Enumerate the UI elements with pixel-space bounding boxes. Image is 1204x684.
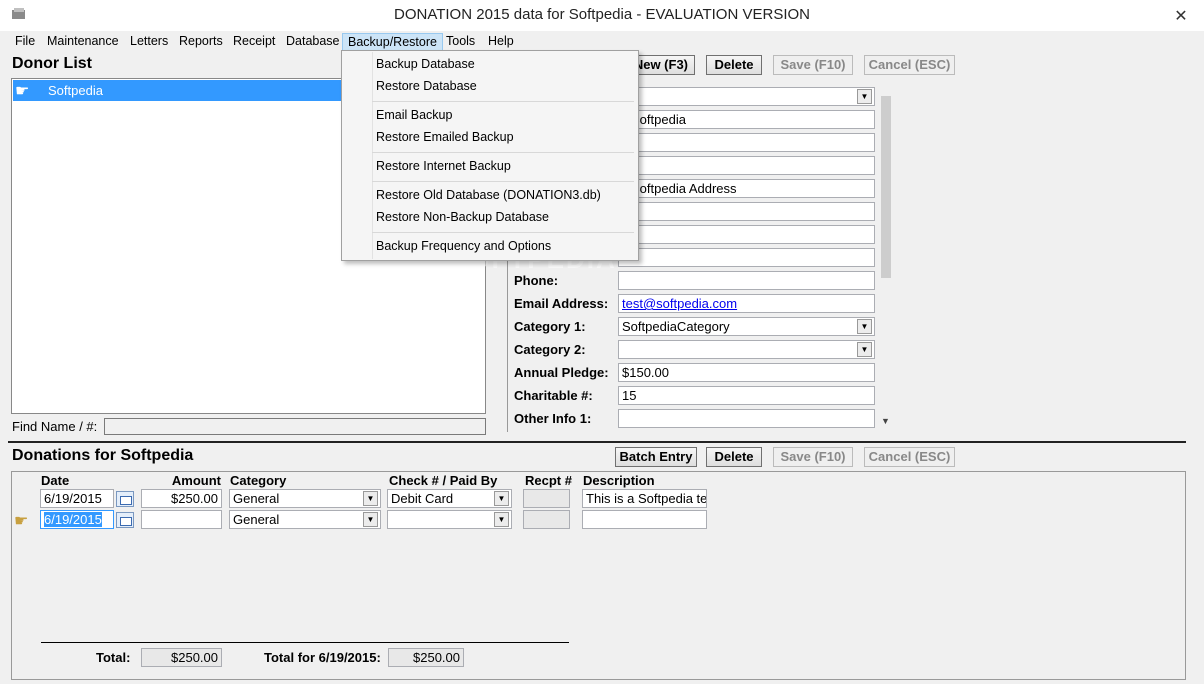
- total-value: $250.00: [141, 648, 222, 667]
- date-total-value: $250.00: [388, 648, 464, 667]
- charitable-number-field[interactable]: 15: [618, 386, 875, 405]
- annual-pledge-label: Annual Pledge:: [514, 365, 609, 380]
- totals-divider: [41, 642, 569, 643]
- chevron-down-icon[interactable]: ▼: [857, 89, 872, 104]
- other-info-field[interactable]: [618, 409, 875, 428]
- menu-item-restore-old-database[interactable]: Restore Old Database (DONATION3.db): [376, 188, 601, 202]
- column-header-amount: Amount: [171, 473, 221, 488]
- window-title: DONATION 2015 data for Softpedia - EVALU…: [394, 6, 810, 23]
- donation-description-field[interactable]: This is a Softpedia te: [582, 489, 707, 508]
- donation-receipt-field: [523, 489, 570, 508]
- donation-amount-field[interactable]: [141, 510, 222, 529]
- menu-backup-restore[interactable]: Backup/Restore: [342, 33, 443, 51]
- menu-separator: [372, 101, 634, 102]
- menu-item-backup-database[interactable]: Backup Database: [376, 57, 475, 71]
- detail-field-3[interactable]: [618, 133, 875, 152]
- menu-file[interactable]: File: [10, 33, 40, 51]
- menu-gutter: [372, 52, 373, 259]
- donation-amount-field[interactable]: $250.00: [141, 489, 222, 508]
- category1-combo[interactable]: SoftpediaCategory: [618, 317, 875, 336]
- chevron-down-icon[interactable]: ▼: [494, 491, 509, 506]
- email-label: Email Address:: [514, 296, 609, 311]
- find-name-input[interactable]: [104, 418, 486, 435]
- donation-date-field[interactable]: 6/19/2015: [40, 489, 114, 508]
- postal-code-field[interactable]: [618, 248, 875, 267]
- menu-item-email-backup[interactable]: Email Backup: [376, 108, 452, 122]
- category2-label: Category 2:: [514, 342, 586, 357]
- column-header-description: Description: [583, 473, 655, 488]
- menu-reports[interactable]: Reports: [174, 33, 228, 51]
- donation-receipt-field: [523, 510, 570, 529]
- donation-category-combo[interactable]: General: [229, 489, 381, 508]
- menu-item-restore-emailed-backup[interactable]: Restore Emailed Backup: [376, 130, 514, 144]
- chevron-down-icon[interactable]: ▼: [857, 342, 872, 357]
- chevron-down-icon[interactable]: ▼: [494, 512, 509, 527]
- scroll-down-icon[interactable]: ▼: [881, 416, 890, 426]
- detail-field-7[interactable]: [618, 225, 875, 244]
- menu-maintenance[interactable]: Maintenance: [42, 33, 124, 51]
- menu-item-restore-internet-backup[interactable]: Restore Internet Backup: [376, 159, 511, 173]
- address-field[interactable]: Softpedia Address: [618, 179, 875, 198]
- section-divider: [8, 441, 1186, 443]
- category2-combo[interactable]: [618, 340, 875, 359]
- menu-receipt[interactable]: Receipt: [228, 33, 280, 51]
- menu-database[interactable]: Database: [281, 33, 345, 51]
- chevron-down-icon[interactable]: ▼: [857, 319, 872, 334]
- menu-tools[interactable]: Tools: [441, 33, 480, 51]
- column-header-receipt: Recpt #: [525, 473, 572, 488]
- phone-label: Phone:: [514, 273, 559, 288]
- save-donation-button[interactable]: Save (F10): [773, 447, 853, 467]
- column-header-date: Date: [41, 473, 70, 488]
- column-header-category: Category: [230, 473, 287, 488]
- chevron-down-icon[interactable]: ▼: [363, 512, 378, 527]
- new-button[interactable]: New (F3): [631, 55, 695, 75]
- title-bar: DONATION 2015 data for Softpedia - EVALU…: [0, 0, 1204, 31]
- menu-separator: [372, 232, 634, 233]
- donor-name: Softpedia: [48, 83, 103, 98]
- donations-title: Donations for Softpedia: [12, 447, 194, 464]
- calendar-icon[interactable]: [116, 491, 134, 507]
- scroll-thumb[interactable]: [881, 96, 891, 278]
- donation-category-combo[interactable]: General: [229, 510, 381, 529]
- menu-separator: [372, 181, 634, 182]
- email-field[interactable]: test@softpedia.com: [618, 294, 875, 313]
- pointer-hand-icon: ☛: [15, 83, 30, 100]
- annual-pledge-field[interactable]: $150.00: [618, 363, 875, 382]
- column-header-paid-by: Check # / Paid By: [389, 473, 498, 488]
- menu-bar: File Maintenance Letters Reports Receipt…: [0, 31, 1204, 51]
- delete-donor-button[interactable]: Delete: [706, 55, 762, 75]
- phone-field[interactable]: [618, 271, 875, 290]
- menu-item-restore-non-backup-database[interactable]: Restore Non-Backup Database: [376, 210, 549, 224]
- menu-separator: [372, 152, 634, 153]
- total-label: Total:: [96, 650, 131, 665]
- donor-title-combo[interactable]: [618, 87, 875, 106]
- menu-help[interactable]: Help: [483, 33, 519, 51]
- menu-item-backup-frequency-options[interactable]: Backup Frequency and Options: [376, 239, 551, 253]
- chevron-down-icon[interactable]: ▼: [363, 491, 378, 506]
- pointer-hand-icon: ☛: [14, 513, 29, 530]
- delete-donation-button[interactable]: Delete: [706, 447, 762, 467]
- batch-entry-button[interactable]: Batch Entry: [615, 447, 697, 467]
- selected-date-text: 6/19/2015: [44, 512, 102, 527]
- menu-item-restore-database[interactable]: Restore Database: [376, 79, 477, 93]
- find-name-label: Find Name / #:: [12, 419, 98, 434]
- menu-letters[interactable]: Letters: [125, 33, 173, 51]
- detail-field-4[interactable]: [618, 156, 875, 175]
- donor-list-title: Donor List: [12, 55, 92, 72]
- close-icon[interactable]: ✕: [1166, 6, 1196, 25]
- date-total-label: Total for 6/19/2015:: [264, 650, 381, 665]
- save-donor-button[interactable]: Save (F10): [773, 55, 853, 75]
- donation-description-field[interactable]: [582, 510, 707, 529]
- donor-name-field[interactable]: Softpedia: [618, 110, 875, 129]
- backup-restore-menu: Backup Database Restore Database Email B…: [341, 50, 639, 261]
- other-info-label: Other Info 1:: [514, 411, 592, 426]
- calendar-icon[interactable]: [116, 512, 134, 528]
- cancel-donation-button[interactable]: Cancel (ESC): [864, 447, 955, 467]
- cancel-donor-button[interactable]: Cancel (ESC): [864, 55, 955, 75]
- category1-label: Category 1:: [514, 319, 586, 334]
- charitable-number-label: Charitable #:: [514, 388, 593, 403]
- donation-date-field[interactable]: 6/19/2015: [40, 510, 114, 529]
- detail-field-6[interactable]: [618, 202, 875, 221]
